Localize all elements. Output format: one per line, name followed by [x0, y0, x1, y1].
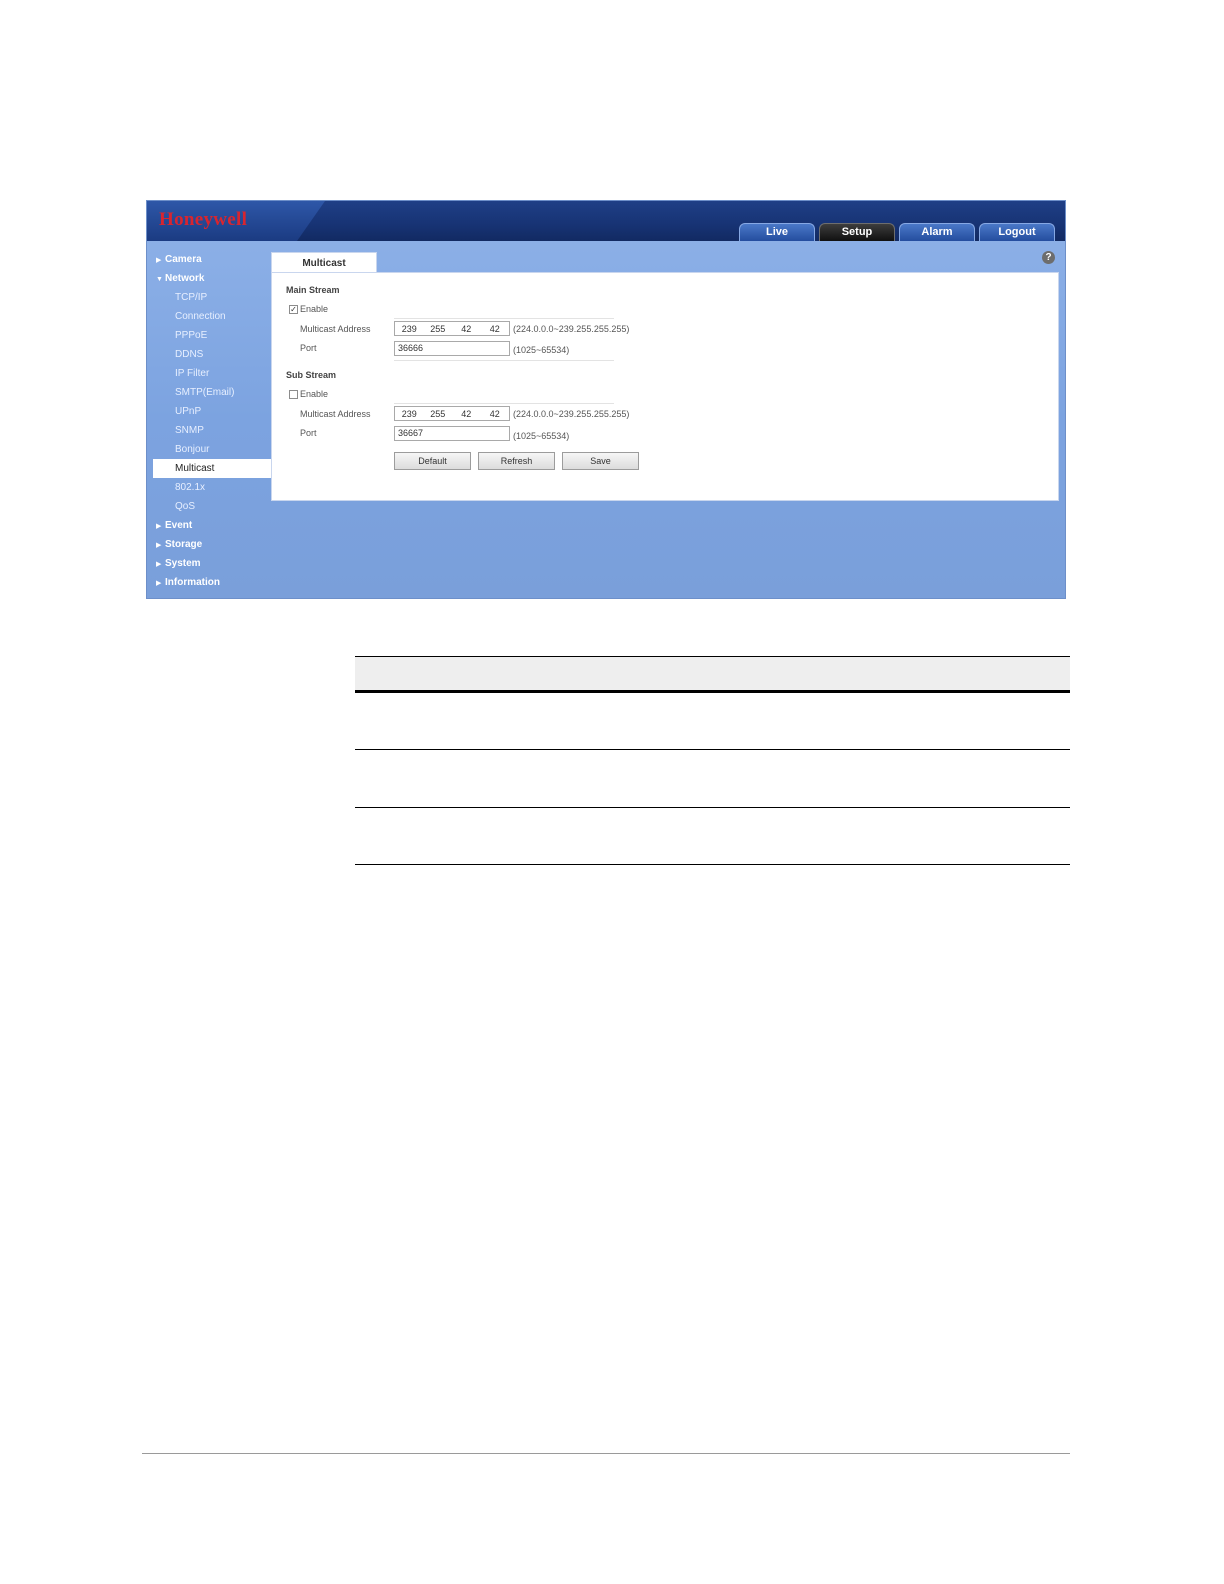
sidebar-item-storage[interactable]: ▶ Storage — [153, 535, 271, 554]
sidebar-item-label: Camera — [165, 254, 202, 265]
sidebar-item-8021x[interactable]: 802.1x — [153, 478, 271, 497]
sidebar-item-label: Information — [165, 577, 220, 588]
main-stream-address-hint: (224.0.0.0~239.255.255.255) — [513, 324, 630, 334]
sub-stream-address-label: Multicast Address — [300, 409, 371, 419]
divider — [394, 403, 614, 404]
main-stream-port-input[interactable]: 36666 — [394, 341, 510, 356]
sidebar-item-label: Event — [165, 520, 193, 531]
sub-stream-title: Sub Stream — [286, 370, 337, 380]
tab-setup[interactable]: Setup — [819, 223, 895, 241]
sidebar-item-label: Network — [165, 273, 205, 284]
table-bottom-rule — [355, 864, 1070, 865]
sidebar-item-label: Storage — [165, 539, 203, 550]
main-stream-address-input[interactable]: 239 255 42 42 — [394, 321, 510, 336]
sidebar-item-upnp[interactable]: UPnP — [153, 402, 271, 421]
page-footer-rule — [142, 1453, 1070, 1454]
main-tabs: Live Setup Alarm Logout — [739, 223, 1055, 241]
default-button[interactable]: Default — [394, 452, 471, 470]
sidebar-item-smtp[interactable]: SMTP(Email) — [153, 383, 271, 402]
sub-stream-enable-checkbox[interactable] — [289, 390, 298, 399]
main-stream-address-label: Multicast Address — [300, 324, 371, 334]
multicast-panel: Main Stream ✓ Enable Multicast Address 2… — [271, 272, 1059, 501]
divider — [394, 318, 614, 319]
sidebar-item-connection[interactable]: Connection — [153, 307, 271, 326]
sidebar-item-system[interactable]: ▶ System — [153, 554, 271, 573]
sidebar-item-label: System — [165, 558, 201, 569]
table-header-band — [355, 657, 1070, 690]
web-ui-screenshot: Honeywell Live Setup Alarm Logout ▶ Camer… — [146, 200, 1066, 599]
ip-octet: 239 — [401, 408, 417, 419]
ip-octet: 42 — [489, 408, 500, 419]
sidebar: ▶ Camera ▼ Network TCP/IP Connection PPPoE… — [153, 250, 271, 592]
sidebar-item-information[interactable]: ▶ Information — [153, 573, 271, 592]
collapse-arrow-icon: ▼ — [156, 276, 163, 283]
ip-octet: 239 — [401, 323, 417, 334]
expand-arrow-icon: ▶ — [156, 523, 162, 530]
table-header-rule — [355, 690, 1070, 693]
sidebar-item-network[interactable]: ▼ Network — [153, 269, 271, 288]
sub-stream-enable-label: Enable — [300, 389, 329, 399]
expand-arrow-icon: ▶ — [156, 561, 162, 568]
brand-logo: Honeywell — [159, 209, 248, 230]
page-tab-multicast[interactable]: Multicast — [271, 252, 377, 273]
expand-arrow-icon: ▶ — [156, 257, 162, 264]
sidebar-item-bonjour[interactable]: Bonjour — [153, 440, 271, 459]
expand-arrow-icon: ▶ — [156, 542, 162, 549]
ip-octet: 42 — [489, 323, 500, 334]
table-row-rule — [355, 749, 1070, 750]
tab-logout[interactable]: Logout — [979, 223, 1055, 241]
ip-octet: 255 — [430, 323, 446, 334]
sidebar-item-snmp[interactable]: SNMP — [153, 421, 271, 440]
ip-octet: 255 — [430, 408, 446, 419]
tab-live[interactable]: Live — [739, 223, 815, 241]
sidebar-item-tcpip[interactable]: TCP/IP — [153, 288, 271, 307]
ip-octet: 42 — [461, 323, 472, 334]
main-stream-enable-label: Enable — [300, 304, 329, 314]
sub-stream-port-label: Port — [300, 428, 317, 438]
main-stream-port-label: Port — [300, 343, 317, 353]
sidebar-item-event[interactable]: ▶ Event — [153, 516, 271, 535]
table-row-rule — [355, 807, 1070, 808]
top-banner: Honeywell Live Setup Alarm Logout — [147, 201, 1065, 241]
refresh-button[interactable]: Refresh — [478, 452, 555, 470]
sidebar-item-qos[interactable]: QoS — [153, 497, 271, 516]
help-icon[interactable]: ? — [1042, 251, 1055, 264]
expand-arrow-icon: ▶ — [156, 580, 162, 587]
sub-stream-address-hint: (224.0.0.0~239.255.255.255) — [513, 409, 630, 419]
sidebar-item-multicast[interactable]: Multicast — [153, 459, 271, 478]
sub-stream-address-input[interactable]: 239 255 42 42 — [394, 406, 510, 421]
sidebar-item-ddns[interactable]: DDNS — [153, 345, 271, 364]
sidebar-item-ip-filter[interactable]: IP Filter — [153, 364, 271, 383]
sub-stream-port-input[interactable]: 36667 — [394, 426, 510, 441]
sub-stream-port-hint: (1025~65534) — [513, 431, 570, 441]
ip-octet: 42 — [461, 408, 472, 419]
tab-alarm[interactable]: Alarm — [899, 223, 975, 241]
divider — [394, 360, 614, 361]
sidebar-item-camera[interactable]: ▶ Camera — [153, 250, 271, 269]
main-stream-port-hint: (1025~65534) — [513, 345, 570, 355]
main-stream-enable-checkbox[interactable]: ✓ — [289, 305, 298, 314]
save-button[interactable]: Save — [562, 452, 639, 470]
sidebar-item-pppoe[interactable]: PPPoE — [153, 326, 271, 345]
main-stream-title: Main Stream — [286, 285, 340, 295]
